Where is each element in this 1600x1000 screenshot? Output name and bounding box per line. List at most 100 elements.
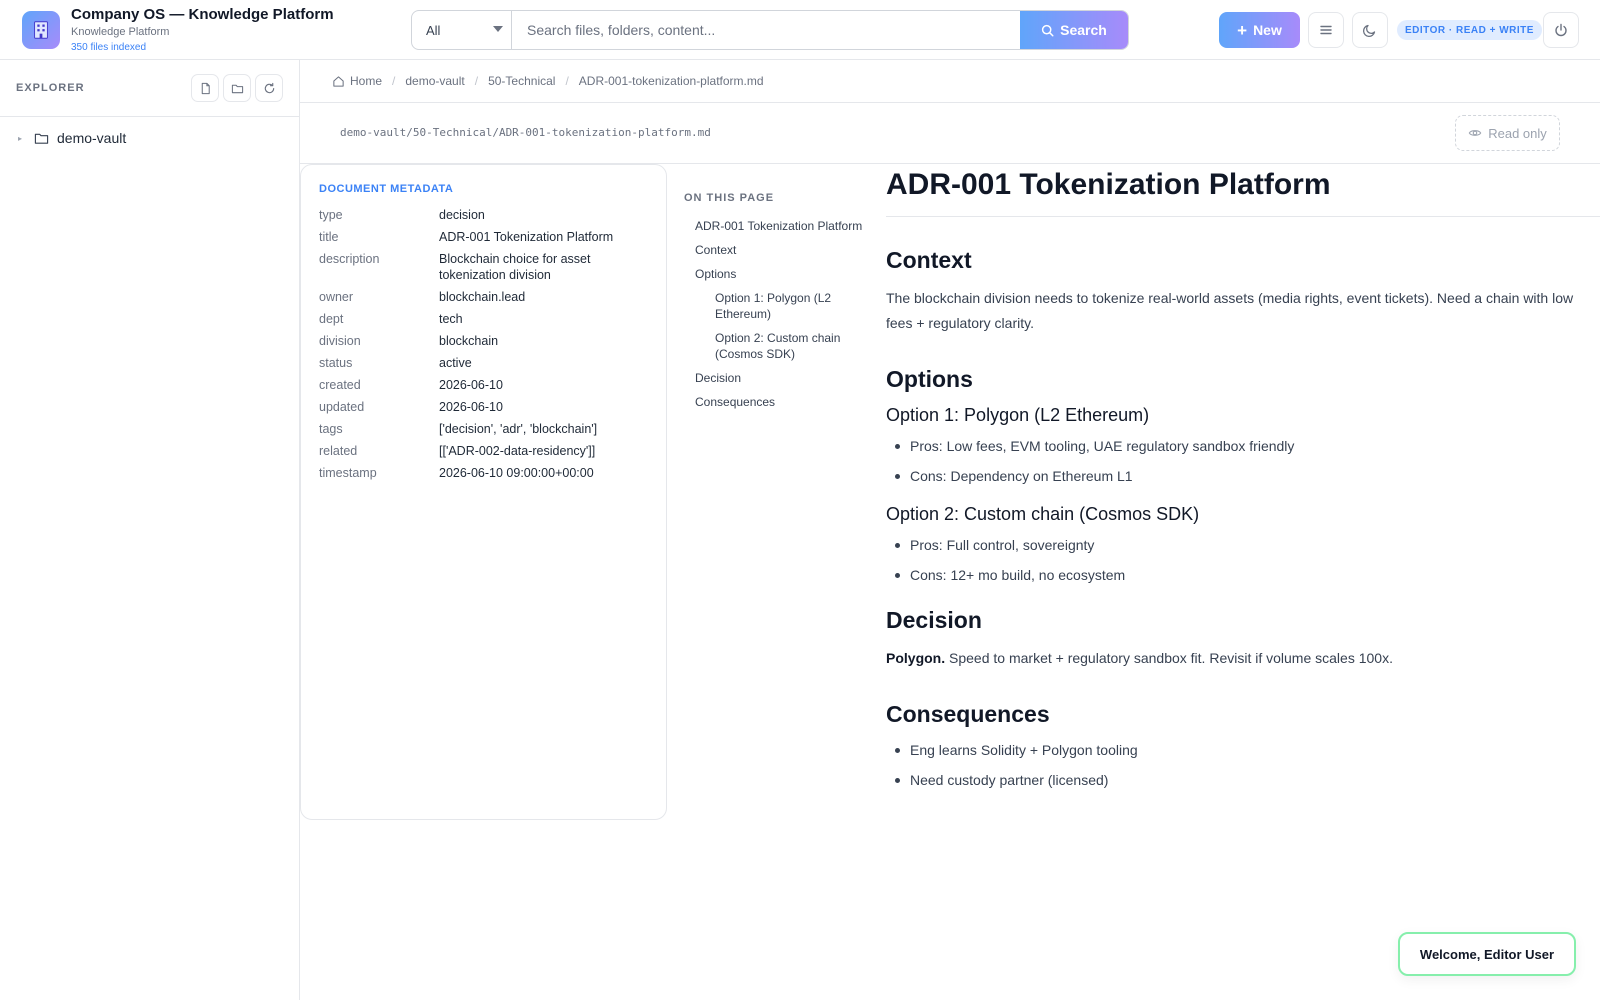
metadata-row: related [['ADR-002-data-residency']] bbox=[319, 443, 648, 459]
sidebar: EXPLORER ▸ demo-vault bbox=[0, 60, 300, 1000]
logout-button[interactable] bbox=[1543, 12, 1579, 48]
file-path: demo-vault/50-Technical/ADR-001-tokeniza… bbox=[340, 126, 711, 139]
breadcrumb-item[interactable]: demo-vault bbox=[405, 74, 464, 88]
toc-title: ON THIS PAGE bbox=[684, 192, 775, 204]
option-2-list: Pros: Full control, sovereignty Cons: 12… bbox=[886, 535, 1600, 585]
metadata-value: Blockchain choice for asset tokenization… bbox=[439, 252, 591, 282]
new-button-label: New bbox=[1253, 22, 1282, 38]
new-folder-button[interactable] bbox=[223, 74, 251, 102]
metadata-value: 2026-06-10 bbox=[439, 400, 503, 414]
toc-item[interactable]: Option 1: Polygon (L2 Ethereum) bbox=[684, 290, 864, 322]
metadata-row: updated 2026-06-10 bbox=[319, 399, 648, 415]
read-only-label: Read only bbox=[1488, 125, 1547, 141]
refresh-button[interactable] bbox=[255, 74, 283, 102]
breadcrumb: Home / demo-vault / 50-Technical / ADR-0… bbox=[300, 60, 1600, 103]
metadata-key: dept bbox=[319, 312, 344, 326]
breadcrumb-item[interactable]: 50-Technical bbox=[488, 74, 555, 88]
metadata-key: status bbox=[319, 356, 353, 370]
folder-icon bbox=[231, 84, 243, 93]
consequences-list: Eng learns Solidity + Polygon tooling Ne… bbox=[886, 740, 1600, 790]
list-item: Eng learns Solidity + Polygon tooling bbox=[886, 740, 1600, 760]
metadata-key: tags bbox=[319, 422, 343, 436]
metadata-row: dept tech bbox=[319, 311, 648, 327]
role-badge: EDITOR · READ + WRITE bbox=[1397, 20, 1542, 40]
toc-item[interactable]: Options bbox=[684, 266, 864, 282]
toc-item[interactable]: Consequences bbox=[684, 394, 864, 410]
new-button[interactable]: + New bbox=[1219, 12, 1300, 48]
metadata-key: updated bbox=[319, 400, 365, 414]
breadcrumb-home-label: Home bbox=[350, 74, 383, 88]
metadata-value: [['ADR-002-data-residency']] bbox=[439, 444, 596, 458]
metadata-value: 2026-06-10 09:00:00+00:00 bbox=[439, 466, 594, 480]
list-item: Need custody partner (licensed) bbox=[886, 770, 1600, 790]
metadata-row: tags ['decision', 'adr', 'blockchain'] bbox=[319, 421, 648, 437]
search-input[interactable] bbox=[513, 11, 1023, 49]
caret-right-icon[interactable]: ▸ bbox=[18, 134, 26, 143]
breadcrumb-home[interactable]: Home bbox=[332, 74, 382, 88]
theme-toggle-button[interactable] bbox=[1352, 12, 1388, 48]
metadata-key: timestamp bbox=[319, 466, 377, 480]
app-title: Company OS — Knowledge Platform bbox=[71, 6, 334, 23]
metadata-key: created bbox=[319, 378, 361, 392]
metadata-row: status active bbox=[319, 355, 648, 371]
list-item: Cons: 12+ mo build, no ecosystem bbox=[886, 565, 1600, 585]
search-bar: All Search bbox=[411, 10, 1129, 50]
metadata-key: division bbox=[319, 334, 361, 348]
metadata-row: timestamp 2026-06-10 09:00:00+00:00 bbox=[319, 465, 648, 481]
search-button[interactable]: Search bbox=[1020, 11, 1128, 49]
metadata-value: active bbox=[439, 356, 472, 370]
metadata-value: blockchain.lead bbox=[439, 290, 526, 304]
document-title: ADR-001 Tokenization Platform bbox=[886, 164, 1600, 217]
toc-item[interactable]: Context bbox=[684, 242, 864, 258]
menu-icon bbox=[1320, 25, 1332, 35]
toc-item[interactable]: Decision bbox=[684, 370, 864, 386]
table-of-contents: ON THIS PAGE ADR-001 Tokenization Platfo… bbox=[684, 192, 864, 418]
option-1-list: Pros: Low fees, EVM tooling, UAE regulat… bbox=[886, 436, 1600, 486]
search-button-label: Search bbox=[1060, 22, 1107, 38]
metadata-value: blockchain bbox=[439, 334, 499, 348]
moon-icon bbox=[1362, 24, 1376, 38]
document-metadata-card: DOCUMENT METADATA type decision title ADR-… bbox=[300, 164, 667, 820]
plus-icon: + bbox=[1237, 20, 1248, 40]
document-content: ADR-001 Tokenization Platform Context Th… bbox=[886, 164, 1600, 800]
breadcrumb-current[interactable]: ADR-001-tokenization-platform.md bbox=[579, 74, 764, 88]
breadcrumb-separator: / bbox=[392, 74, 396, 88]
menu-button[interactable] bbox=[1308, 12, 1344, 48]
app-logo[interactable] bbox=[22, 11, 60, 49]
subheading-option-2: Option 2: Custom chain (Cosmos SDK) bbox=[886, 504, 1200, 524]
decision-bold-text: Polygon. bbox=[886, 650, 946, 666]
explorer-header: EXPLORER bbox=[0, 60, 299, 117]
metadata-row: type decision bbox=[319, 207, 648, 223]
tree-item-label: demo-vault bbox=[57, 130, 127, 146]
chevron-down-icon bbox=[493, 26, 503, 32]
search-scope-select[interactable]: All bbox=[412, 11, 512, 49]
top-header: Company OS — Knowledge Platform Knowledg… bbox=[0, 0, 1600, 60]
folder-icon bbox=[34, 133, 49, 144]
welcome-toast[interactable]: Welcome, Editor User bbox=[1398, 932, 1576, 976]
building-icon bbox=[34, 21, 48, 39]
tree-item-demo-vault[interactable]: ▸ demo-vault bbox=[18, 130, 126, 146]
metadata-key: type bbox=[319, 208, 343, 222]
eye-icon bbox=[1468, 130, 1482, 136]
file-path-bar: demo-vault/50-Technical/ADR-001-tokeniza… bbox=[300, 103, 1600, 164]
list-item: Pros: Low fees, EVM tooling, UAE regulat… bbox=[886, 436, 1600, 456]
metadata-row: created 2026-06-10 bbox=[319, 377, 648, 393]
metadata-row: owner blockchain.lead bbox=[319, 289, 648, 305]
section-heading-context: Context bbox=[886, 247, 972, 273]
toc-item[interactable]: ADR-001 Tokenization Platform bbox=[684, 218, 864, 234]
toc-item[interactable]: Option 2: Custom chain (Cosmos SDK) bbox=[684, 330, 864, 362]
metadata-key: owner bbox=[319, 290, 354, 304]
refresh-icon bbox=[264, 82, 274, 93]
metadata-key: related bbox=[319, 444, 358, 458]
metadata-row: division blockchain bbox=[319, 333, 648, 349]
subheading-option-1: Option 1: Polygon (L2 Ethereum) bbox=[886, 405, 1150, 425]
section-heading-consequences: Consequences bbox=[886, 701, 1050, 727]
explorer-title: EXPLORER bbox=[16, 82, 85, 94]
new-file-button[interactable] bbox=[191, 74, 219, 102]
app-subtitle: Knowledge Platform bbox=[71, 26, 170, 38]
files-indexed-count: 350 files indexed bbox=[71, 42, 147, 53]
metadata-value: tech bbox=[439, 312, 463, 326]
metadata-value: decision bbox=[439, 208, 485, 222]
list-item: Pros: Full control, sovereignty bbox=[886, 535, 1600, 555]
read-only-toggle[interactable]: Read only bbox=[1455, 115, 1560, 151]
